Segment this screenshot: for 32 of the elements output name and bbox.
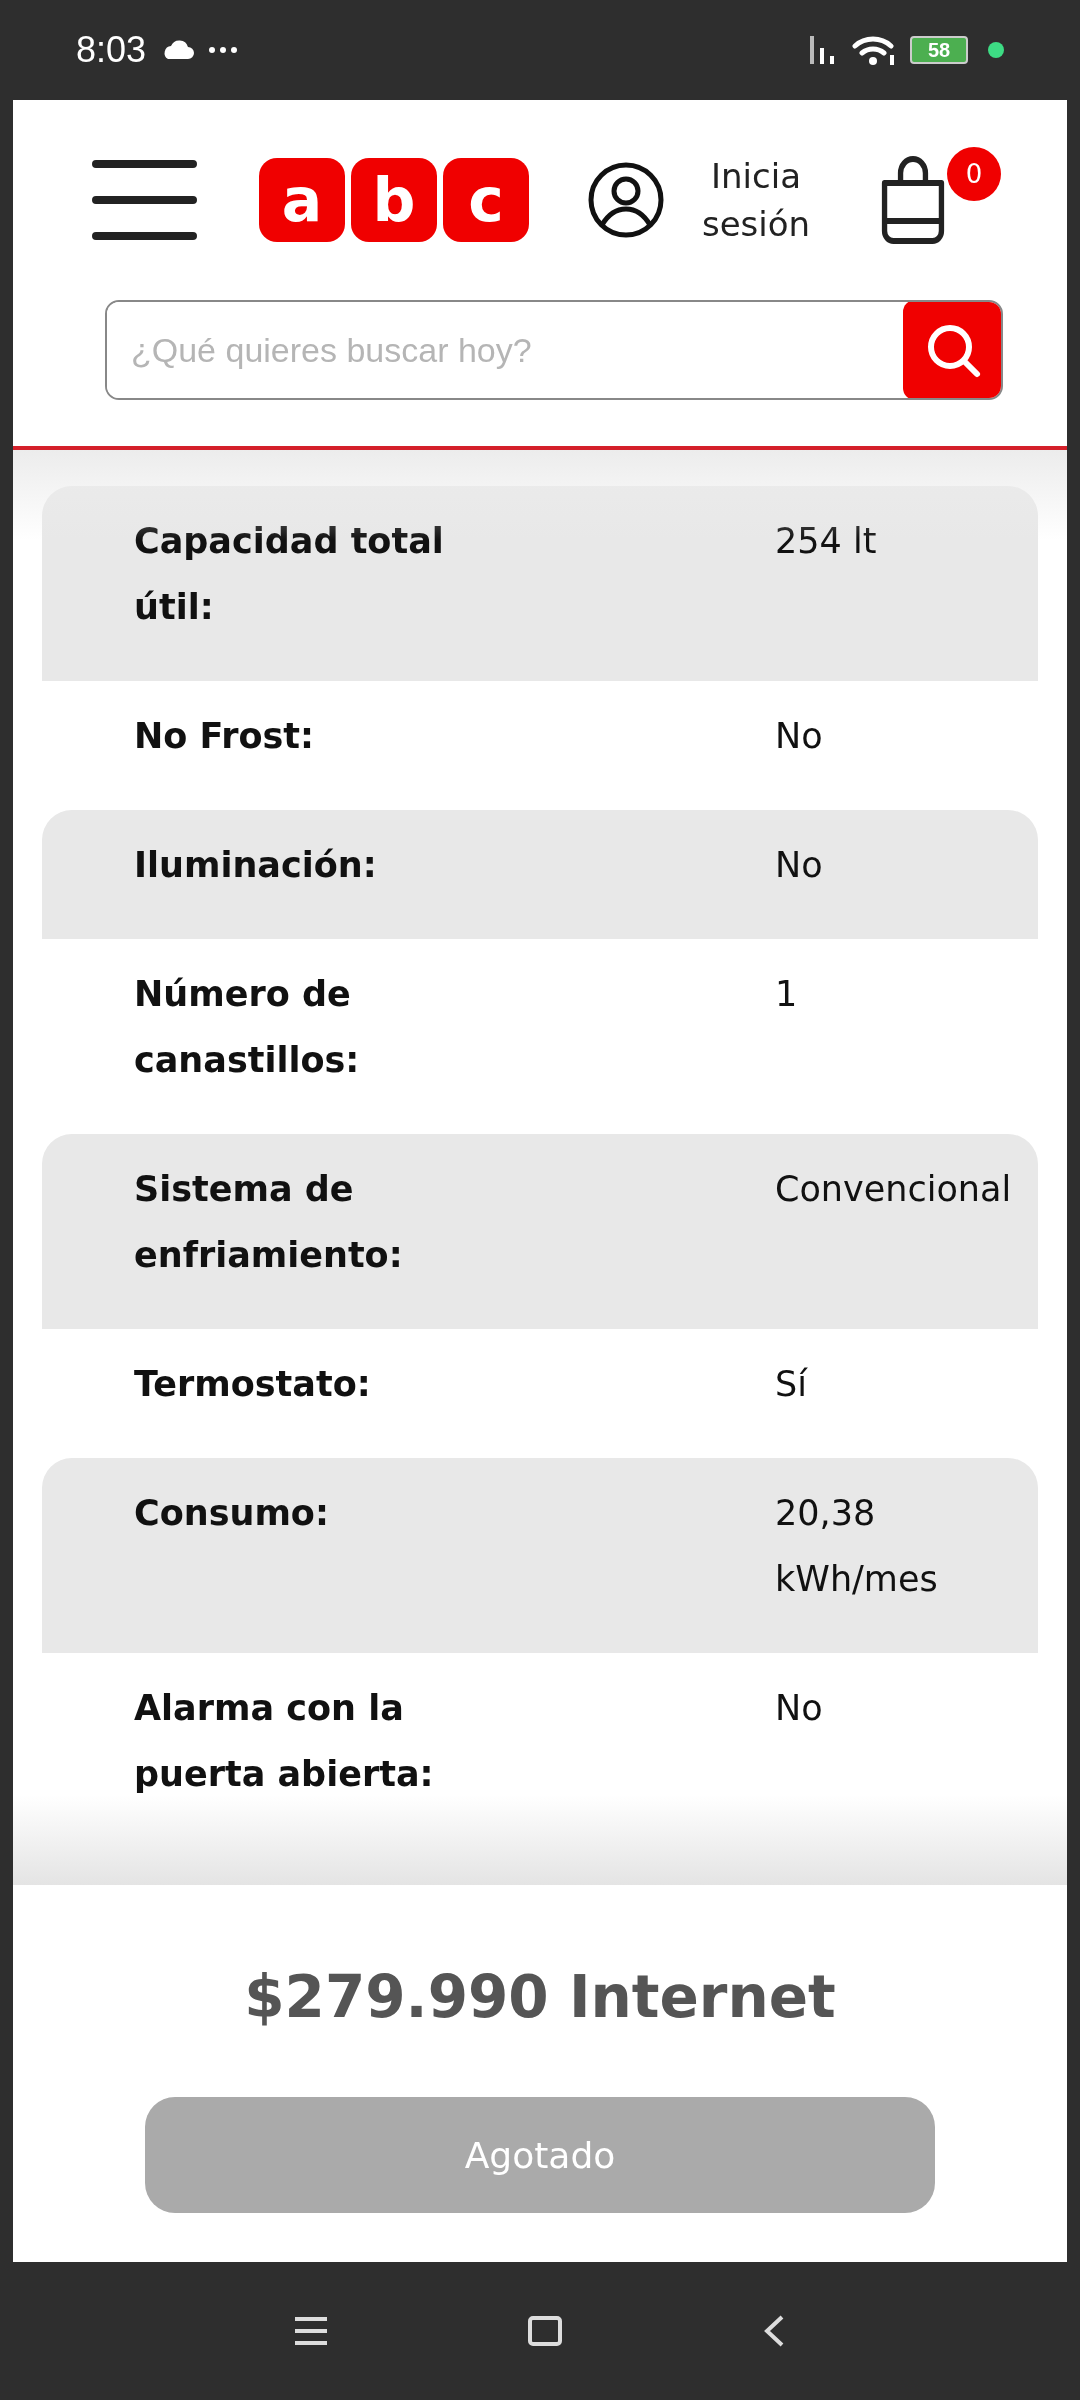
status-dot-icon bbox=[988, 42, 1004, 58]
battery-level: 58 bbox=[910, 36, 968, 64]
spec-label: No Frost: bbox=[134, 715, 316, 758]
back-icon[interactable] bbox=[762, 2314, 786, 2348]
spec-value: 254 lt bbox=[775, 520, 878, 563]
spec-label: Número de canastillos: bbox=[134, 973, 361, 1082]
price: $279.990 Internet bbox=[244, 1962, 836, 2033]
logo[interactable]: a b c bbox=[259, 158, 529, 242]
spec-label: Sistema de enfriamiento: bbox=[134, 1168, 404, 1277]
login-link[interactable]: Inicia sesión bbox=[691, 152, 821, 248]
spec-value: 20,38 kWh/mes bbox=[775, 1492, 939, 1601]
spec-value: No bbox=[775, 844, 824, 887]
cart-count-badge: 0 bbox=[947, 147, 1001, 201]
spec-value: No bbox=[775, 1687, 824, 1730]
more-icon bbox=[208, 46, 239, 54]
menu-icon[interactable] bbox=[92, 158, 197, 242]
spec-value: No bbox=[775, 715, 824, 758]
menu-icon[interactable] bbox=[294, 2316, 328, 2346]
spec-label: Iluminación: bbox=[134, 844, 378, 887]
user-icon[interactable] bbox=[587, 161, 665, 239]
spec-label: Consumo: bbox=[134, 1492, 330, 1535]
spec-value: 1 bbox=[775, 973, 799, 1016]
home-square-icon[interactable] bbox=[528, 2316, 562, 2346]
clock-time: 8:03 bbox=[76, 29, 147, 71]
spec-value: Convencional bbox=[775, 1168, 1013, 1211]
search-button[interactable] bbox=[903, 302, 1001, 398]
search-field[interactable]: ¿Qué quieres buscar hoy? bbox=[105, 300, 1003, 400]
spec-label: Alarma con la puerta abierta: bbox=[134, 1687, 435, 1796]
spec-label: Capacidad total útil: bbox=[134, 520, 445, 629]
spec-label: Termostato: bbox=[134, 1363, 372, 1406]
spec-value: Sí bbox=[775, 1363, 809, 1406]
shopping-bag-icon[interactable] bbox=[881, 155, 945, 245]
